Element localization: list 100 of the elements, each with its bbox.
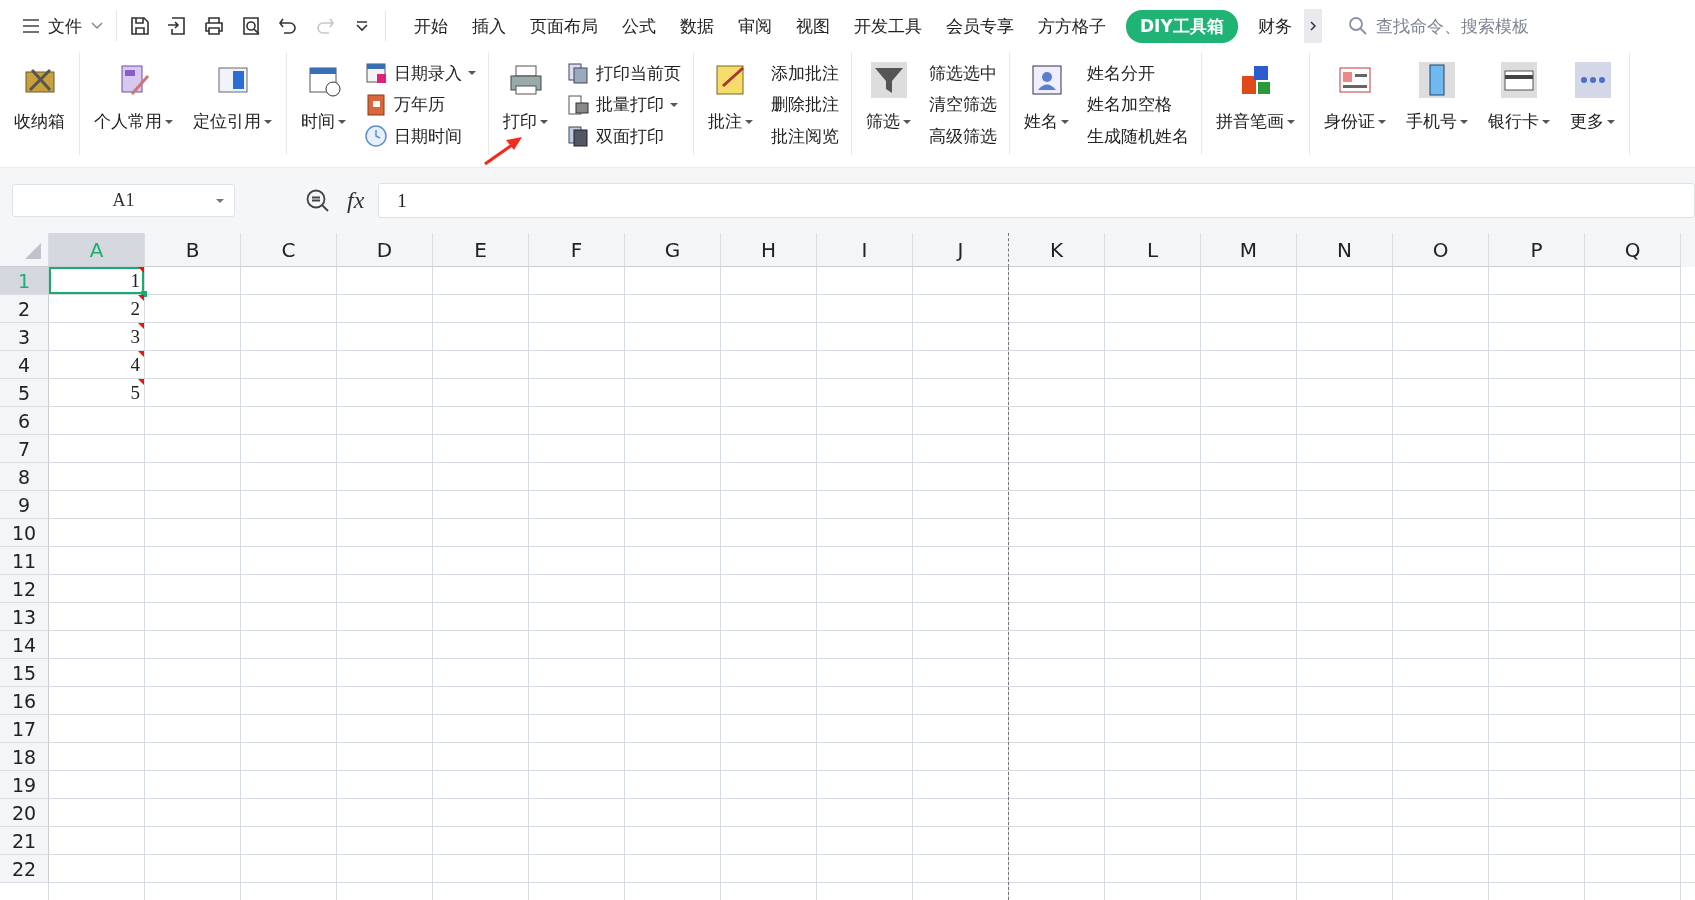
row-header[interactable]: 6 <box>0 407 49 435</box>
ribbon-button[interactable]: 时间 <box>293 58 354 151</box>
row-header[interactable]: 2 <box>0 295 49 323</box>
caret-icon <box>1607 119 1615 124</box>
funnel-icon <box>870 62 907 98</box>
row-header[interactable]: 21 <box>0 827 49 855</box>
row-header[interactable]: 22 <box>0 855 49 883</box>
zoom-out-icon[interactable] <box>305 187 331 214</box>
row-header[interactable]: 16 <box>0 687 49 715</box>
ribbon-button[interactable]: 打印 <box>495 58 556 151</box>
ribbon-button[interactable]: 银行卡 <box>1480 58 1558 151</box>
formula-field[interactable]: 1 <box>378 183 1695 218</box>
ribbon-button[interactable]: 清空筛选 <box>929 89 997 120</box>
ribbon-button[interactable]: 添加批注 <box>771 58 839 88</box>
chevron-down-icon <box>90 21 104 31</box>
caret-icon <box>468 71 476 75</box>
caret-icon <box>1061 119 1069 124</box>
ribbon-button[interactable]: 生成随机姓名 <box>1087 121 1189 151</box>
caret-icon <box>903 119 911 124</box>
row-header[interactable]: 17 <box>0 715 49 743</box>
ribbon-button[interactable]: 更多 <box>1562 58 1623 151</box>
document-stack-icon <box>566 61 590 85</box>
caret-icon <box>338 119 346 124</box>
caret-icon <box>540 119 548 124</box>
row-header[interactable]: 11 <box>0 547 49 575</box>
printer-icon <box>507 62 544 98</box>
ribbon-button[interactable]: 批量打印 <box>566 89 681 120</box>
ribbon-tab[interactable]: 开始 <box>402 10 460 42</box>
caret-icon <box>1287 119 1295 124</box>
annotation-arrow <box>482 134 524 166</box>
ribbon-button[interactable]: 打印当前页 <box>566 58 681 88</box>
ribbon-button[interactable]: 日期录入 <box>364 58 476 88</box>
ribbon-button[interactable]: 高级筛选 <box>929 121 997 151</box>
book-icon <box>364 92 388 117</box>
caret-icon <box>670 102 678 107</box>
row-header[interactable]: 13 <box>0 603 49 631</box>
ribbon-tab[interactable]: 数据 <box>668 10 726 42</box>
print-preview-icon[interactable] <box>240 15 262 37</box>
row-header[interactable]: 19 <box>0 771 49 799</box>
name-box[interactable]: A1 <box>12 184 235 217</box>
ribbon-button[interactable]: 姓名 <box>1016 58 1077 151</box>
function-icon[interactable]: fx <box>347 187 365 214</box>
ribbon-button[interactable]: 个人常用 <box>86 58 181 151</box>
row-header[interactable]: 14 <box>0 631 49 659</box>
caret-icon <box>1542 119 1550 124</box>
table-cell: 5 <box>49 379 144 406</box>
ribbon-button[interactable]: 双面打印 <box>566 121 681 151</box>
ribbon-tab[interactable]: 插入 <box>460 10 518 42</box>
ribbon-button[interactable]: 日期时间 <box>364 121 476 151</box>
ribbon-button[interactable]: 身份证 <box>1316 58 1394 151</box>
ribbon-tab[interactable]: 财务 <box>1245 10 1304 42</box>
ribbon-button[interactable]: 万年历 <box>364 89 476 120</box>
clock-icon <box>364 124 388 148</box>
row-header[interactable]: 3 <box>0 323 49 351</box>
save-icon[interactable] <box>129 15 151 37</box>
search-field[interactable]: 查找命令、搜索模板 <box>1341 11 1584 41</box>
ribbon-button[interactable]: 拼音笔画 <box>1208 58 1303 151</box>
caret-icon <box>264 119 272 124</box>
table-cell: 3 <box>49 323 144 350</box>
fill-handle[interactable] <box>141 291 147 297</box>
ribbon-tab[interactable]: 视图 <box>784 10 842 42</box>
menu-icon <box>22 18 40 34</box>
row-header[interactable]: 4 <box>0 351 49 379</box>
ribbon-button[interactable]: 姓名加空格 <box>1087 89 1189 120</box>
ribbon-tab[interactable]: 方方格子 <box>1026 10 1118 42</box>
more-icon <box>1574 62 1611 98</box>
row-header[interactable]: 8 <box>0 463 49 491</box>
search-icon <box>1347 16 1368 36</box>
ribbon-button[interactable]: 批注 <box>700 58 761 151</box>
row-header[interactable]: 9 <box>0 491 49 519</box>
row-header[interactable]: 20 <box>0 799 49 827</box>
ribbon-button[interactable]: 删除批注 <box>771 89 839 120</box>
row-header[interactable]: 5 <box>0 379 49 407</box>
ribbon-tab[interactable]: 审阅 <box>726 10 784 42</box>
file-menu[interactable]: 文件 <box>22 10 104 42</box>
row-header[interactable]: 7 <box>0 435 49 463</box>
row-header[interactable]: 18 <box>0 743 49 771</box>
duplex-page-icon <box>566 124 590 148</box>
ribbon-tab[interactable]: 会员专享 <box>934 10 1026 42</box>
caret-icon <box>1460 119 1468 124</box>
mobile-phone-icon <box>1419 62 1455 98</box>
row-header[interactable]: 10 <box>0 519 49 547</box>
print-icon[interactable] <box>203 15 225 37</box>
ribbon-tab[interactable]: 开发工具 <box>842 10 934 42</box>
chevron-right-icon <box>1308 20 1317 32</box>
tabs-scroll-button[interactable] <box>1303 9 1322 43</box>
ribbon-button[interactable]: 筛选选中 <box>929 58 997 88</box>
ribbon-button[interactable]: 批注阅览 <box>771 121 839 151</box>
ribbon-button[interactable]: 筛选 <box>858 58 919 151</box>
ribbon-button[interactable]: 收纳箱 <box>6 58 73 151</box>
bank-card-icon <box>1501 62 1537 98</box>
ribbon-button[interactable]: 手机号 <box>1398 58 1476 151</box>
row-header[interactable]: 12 <box>0 575 49 603</box>
export-icon[interactable] <box>166 15 188 37</box>
ribbon-button[interactable]: 定位引用 <box>185 58 280 151</box>
printer-list-icon <box>566 92 590 117</box>
ribbon-button[interactable]: 姓名分开 <box>1087 58 1189 88</box>
ribbon-tab[interactable]: 公式 <box>610 10 668 42</box>
row-header[interactable]: 15 <box>0 659 49 687</box>
ribbon-tab[interactable]: 页面布局 <box>518 10 610 42</box>
